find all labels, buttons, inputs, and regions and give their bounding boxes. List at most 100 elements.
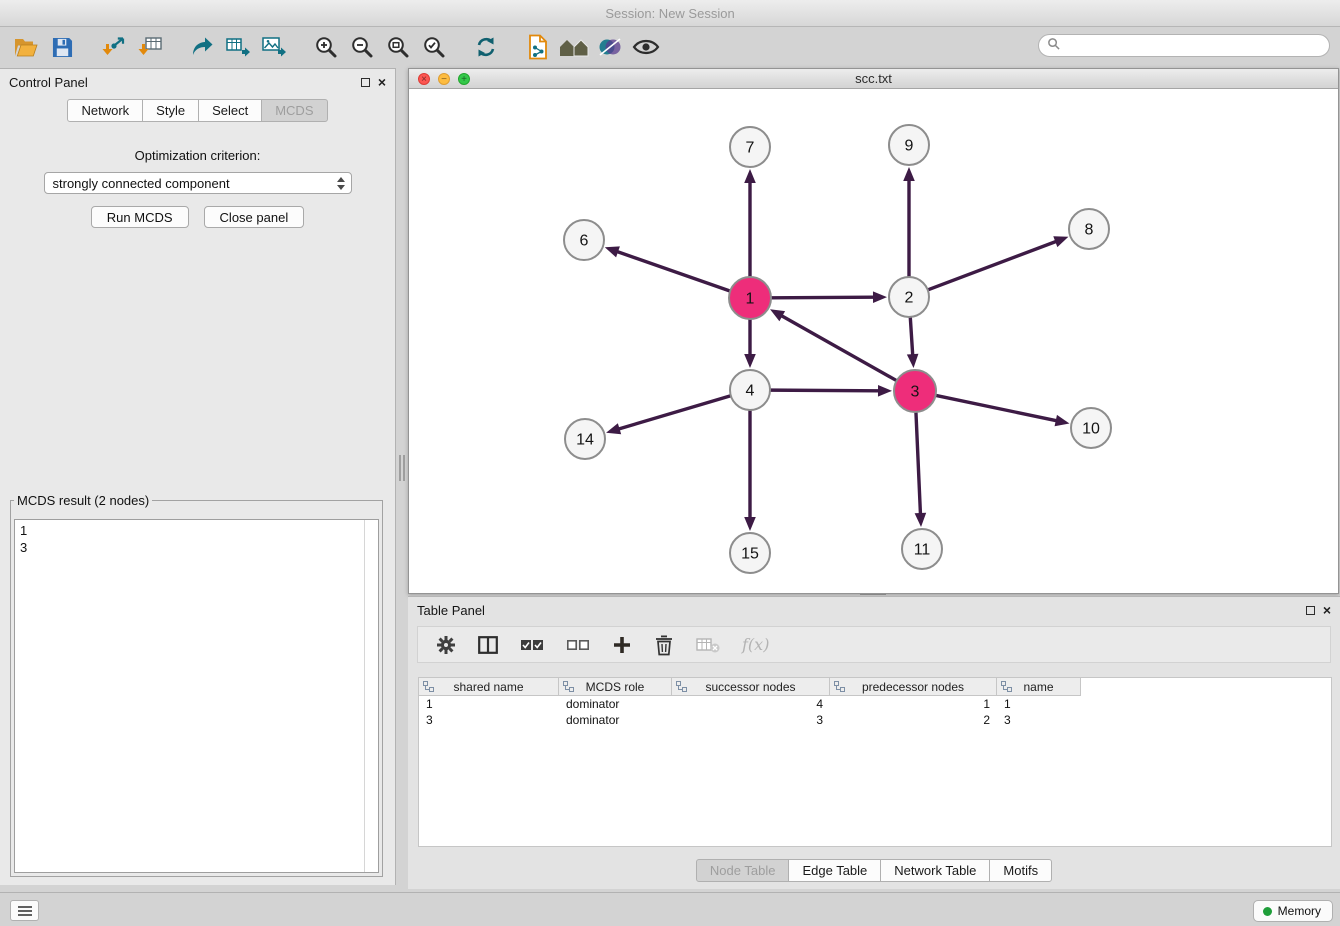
select-all-checks-icon[interactable]: [520, 638, 544, 652]
svg-text:11: 11: [914, 542, 931, 559]
show-columns-icon[interactable]: [478, 636, 498, 654]
svg-text:7: 7: [746, 140, 755, 157]
close-panel-button[interactable]: Close panel: [204, 206, 305, 228]
edge-2-3[interactable]: [907, 318, 919, 368]
graph-node-2[interactable]: 2: [889, 277, 929, 317]
edge-1-6[interactable]: [605, 246, 729, 290]
search-input[interactable]: [1065, 39, 1321, 53]
tab-style[interactable]: Style: [142, 99, 199, 122]
deselect-all-checks-icon[interactable]: [566, 638, 590, 652]
import-table-icon[interactable]: [132, 30, 168, 64]
graph-node-9[interactable]: 9: [889, 125, 929, 165]
graph-node-3[interactable]: 3: [894, 370, 936, 412]
table-cell: 1: [997, 696, 1081, 712]
network-canvas[interactable]: 7 9 6 8 1 2 4 3 14 10 15 11: [409, 89, 1338, 593]
graph-node-1[interactable]: 1: [729, 277, 771, 319]
mcds-result-title: MCDS result (2 nodes): [14, 493, 152, 508]
import-network-icon[interactable]: [96, 30, 132, 64]
zoom-in-icon[interactable]: [308, 30, 344, 64]
column-header-predecessor-nodes[interactable]: predecessor nodes: [830, 678, 997, 696]
graph-node-6[interactable]: 6: [564, 220, 604, 260]
window-titlebar: Session: New Session: [0, 0, 1340, 27]
svg-text:4: 4: [746, 383, 755, 400]
table-panel-tabs: Node TableEdge TableNetwork TableMotifs: [408, 859, 1340, 882]
search-box[interactable]: [1038, 34, 1330, 57]
network-view-window: × − + scc.txt 7 9 6 8 1 2 4 3 14 10 15 11: [408, 68, 1339, 594]
graph-node-8[interactable]: 8: [1069, 209, 1109, 249]
node-table-header-row: shared nameMCDS rolesuccessor nodesprede…: [419, 678, 1331, 696]
memory-label: Memory: [1278, 904, 1321, 918]
select-stepper-icon: [337, 177, 347, 190]
task-history-button[interactable]: [10, 900, 39, 921]
edge-3-1[interactable]: [770, 309, 896, 380]
save-session-icon[interactable]: [44, 30, 80, 64]
float-table-panel-icon[interactable]: [1306, 606, 1315, 615]
edge-3-11[interactable]: [915, 413, 927, 527]
graph-node-7[interactable]: 7: [730, 127, 770, 167]
column-header-MCDS-role[interactable]: MCDS role: [559, 678, 672, 696]
table-tab-motifs[interactable]: Motifs: [989, 859, 1052, 882]
paint-style-icon[interactable]: [592, 30, 628, 64]
settings-icon[interactable]: [436, 635, 456, 655]
minimize-window-icon[interactable]: −: [438, 73, 450, 85]
delete-table-icon: [696, 636, 720, 654]
export-network-document-icon[interactable]: [520, 30, 556, 64]
graph-node-11[interactable]: 11: [902, 529, 942, 569]
table-toolbar: f(x): [417, 626, 1331, 663]
edge-1-7[interactable]: [744, 169, 756, 276]
network-window-titlebar[interactable]: × − + scc.txt: [409, 69, 1338, 89]
table-row[interactable]: 1dominator411: [419, 696, 1331, 712]
table-tab-network-table[interactable]: Network Table: [880, 859, 990, 882]
table-cell: dominator: [559, 712, 672, 728]
graph-node-10[interactable]: 10: [1071, 408, 1111, 448]
graph-node-14[interactable]: 14: [565, 419, 605, 459]
edge-1-2[interactable]: [772, 291, 887, 303]
zoom-selected-icon[interactable]: [416, 30, 452, 64]
mcds-result-list[interactable]: 13: [14, 519, 379, 873]
close-panel-icon[interactable]: ×: [378, 76, 386, 88]
edge-4-15[interactable]: [744, 411, 756, 531]
close-table-panel-icon[interactable]: ×: [1323, 604, 1331, 616]
add-row-icon[interactable]: [612, 635, 632, 655]
edge-2-8[interactable]: [929, 236, 1069, 289]
memory-button[interactable]: Memory: [1253, 900, 1333, 922]
optimization-criterion-value: strongly connected component: [53, 176, 230, 191]
maximize-window-icon[interactable]: +: [458, 73, 470, 85]
graph-node-15[interactable]: 15: [730, 533, 770, 573]
zoom-fit-icon[interactable]: [380, 30, 416, 64]
list-icon: [17, 905, 33, 917]
edge-3-10[interactable]: [937, 396, 1070, 427]
tab-mcds[interactable]: MCDS: [261, 99, 327, 122]
edge-1-4[interactable]: [744, 320, 756, 368]
edge-4-3[interactable]: [771, 385, 892, 397]
table-row[interactable]: 3dominator323: [419, 712, 1331, 728]
table-cell: 1: [419, 696, 559, 712]
float-panel-icon[interactable]: [361, 78, 370, 87]
apply-layout-icon[interactable]: [468, 30, 504, 64]
export-table-icon[interactable]: [220, 30, 256, 64]
open-file-icon[interactable]: [8, 30, 44, 64]
window-title: Session: New Session: [605, 6, 734, 21]
export-image-icon[interactable]: [256, 30, 292, 64]
vertical-splitter-handle[interactable]: [399, 455, 405, 481]
first-neighbors-icon[interactable]: [556, 30, 592, 64]
memory-status-dot: [1263, 907, 1272, 916]
tab-select[interactable]: Select: [198, 99, 262, 122]
zoom-out-icon[interactable]: [344, 30, 380, 64]
tab-network[interactable]: Network: [67, 99, 143, 122]
column-header-name[interactable]: name: [997, 678, 1081, 696]
show-hide-icon[interactable]: [628, 30, 664, 64]
edge-2-9[interactable]: [903, 167, 915, 276]
svg-text:9: 9: [905, 138, 914, 155]
close-window-icon[interactable]: ×: [418, 73, 430, 85]
column-header-shared-name[interactable]: shared name: [419, 678, 559, 696]
optimization-criterion-select[interactable]: strongly connected component: [44, 172, 352, 194]
delete-row-icon[interactable]: [654, 634, 674, 656]
table-tab-node-table[interactable]: Node Table: [696, 859, 790, 882]
clone-network-icon[interactable]: [184, 30, 220, 64]
table-tab-edge-table[interactable]: Edge Table: [788, 859, 881, 882]
column-header-successor-nodes[interactable]: successor nodes: [672, 678, 830, 696]
edge-4-14[interactable]: [606, 396, 730, 434]
graph-node-4[interactable]: 4: [730, 370, 770, 410]
run-mcds-button[interactable]: Run MCDS: [91, 206, 189, 228]
